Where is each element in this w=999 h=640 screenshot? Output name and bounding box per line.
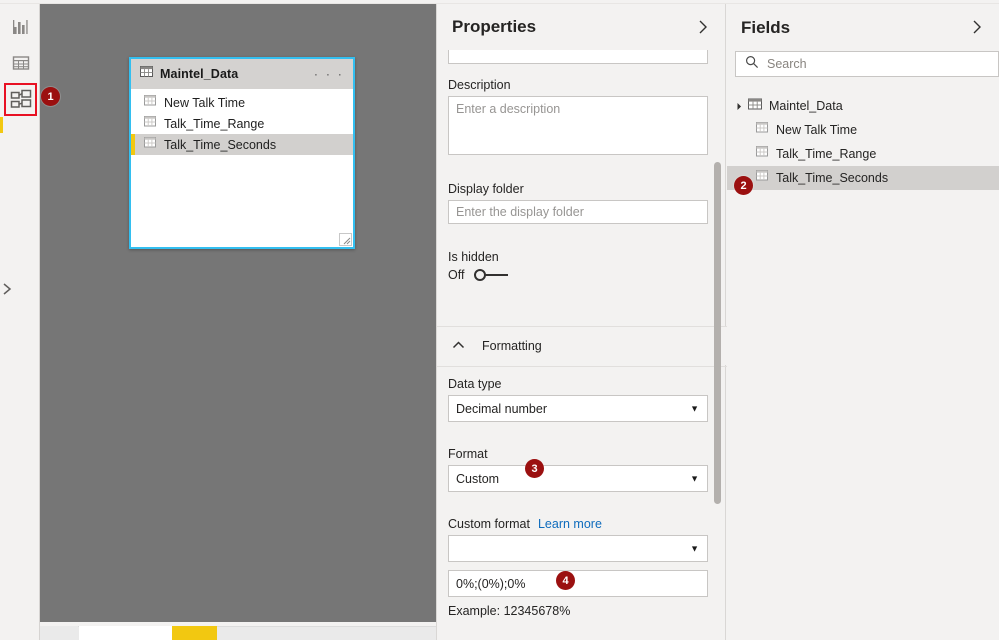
fields-pane-header: Fields — [727, 4, 999, 51]
bar-chart-icon — [11, 17, 31, 37]
formatting-section-label: Formatting — [482, 339, 542, 353]
learn-more-link[interactable]: Learn more — [538, 517, 602, 531]
chevron-down-icon: ▼ — [690, 473, 699, 483]
custom-format-example: Example: 12345678% — [448, 604, 571, 618]
section-divider-bottom — [437, 366, 727, 367]
table-icon — [140, 65, 153, 83]
toggle-knob — [474, 269, 487, 281]
search-input[interactable] — [767, 57, 998, 71]
is-hidden-toggle-switch[interactable] — [473, 268, 509, 282]
fields-tree-table-label: Maintel_Data — [769, 99, 843, 113]
chevron-down-icon: ▼ — [690, 403, 699, 413]
table-card-row-new-talk-time[interactable]: New Talk Time — [131, 92, 353, 113]
powerbi-model-view-window: Maintel_Data · · · New Talk Time Talk_Ti… — [0, 0, 999, 640]
properties-pane: Properties Description Display folder — [436, 4, 727, 640]
description-label: Description — [448, 78, 511, 92]
chevron-up-icon — [452, 337, 465, 355]
format-label: Format — [448, 447, 488, 461]
name-field-partial[interactable] — [448, 50, 708, 64]
is-hidden-state-label: Off — [448, 268, 465, 282]
table-card-header[interactable]: Maintel_Data · · · — [131, 59, 353, 89]
model-view-active-indicator — [0, 117, 3, 133]
fields-pane: Fields Search Maintel_Data New Talk Time… — [727, 4, 999, 640]
display-folder-label: Display folder — [448, 182, 524, 196]
view-switcher-rail — [0, 4, 40, 640]
description-input[interactable] — [448, 96, 708, 155]
data-type-field-group: Data type Decimal number ▼ — [448, 377, 708, 422]
model-diagram-canvas[interactable]: Maintel_Data · · · New Talk Time Talk_Ti… — [40, 4, 436, 622]
rail-button-data-view[interactable] — [4, 46, 37, 79]
properties-pane-header: Properties — [437, 4, 725, 50]
fields-tree-table-maintel-data[interactable]: Maintel_Data — [727, 94, 999, 118]
fields-tree-item-label: Talk_Time_Seconds — [776, 171, 889, 185]
column-icon — [756, 121, 769, 139]
column-icon — [144, 94, 157, 112]
format-value: Custom — [456, 471, 500, 486]
expand-triangle-icon[interactable] — [733, 102, 742, 110]
callout-badge-4: 4 — [556, 571, 575, 590]
format-dropdown[interactable]: Custom ▼ — [448, 465, 708, 492]
display-folder-input[interactable] — [448, 200, 708, 224]
display-folder-field-group: Display folder — [448, 182, 708, 224]
canvas-scrollbar-left-region — [40, 626, 78, 640]
table-card-row-label: Talk_Time_Seconds — [164, 137, 277, 152]
fields-tree-item-new-talk-time[interactable]: New Talk Time — [727, 118, 999, 142]
resize-grip-icon[interactable] — [339, 233, 352, 246]
row-selection-bar — [131, 134, 135, 155]
column-icon — [144, 115, 157, 133]
table-card-column-list: New Talk Time Talk_Time_Range Talk_Time_… — [131, 89, 353, 155]
canvas-scrollbar-thumb[interactable] — [172, 626, 217, 640]
is-hidden-label: Is hidden — [448, 250, 499, 264]
model-table-card-maintel-data[interactable]: Maintel_Data · · · New Talk Time Talk_Ti… — [129, 57, 355, 249]
column-icon — [756, 169, 769, 187]
table-icon — [748, 97, 762, 116]
properties-scrollbar-thumb[interactable] — [714, 162, 721, 504]
chevron-down-icon: ▼ — [690, 543, 699, 553]
table-card-title: Maintel_Data — [160, 67, 239, 81]
callout-badge-3: 3 — [525, 459, 544, 478]
column-icon — [144, 136, 157, 154]
is-hidden-toggle-row: Off — [448, 268, 509, 282]
model-relationship-icon — [10, 89, 32, 111]
table-grid-icon — [11, 53, 31, 73]
rail-button-report-view[interactable] — [4, 10, 37, 43]
table-card-row-talk-time-range[interactable]: Talk_Time_Range — [131, 113, 353, 134]
custom-format-dropdown[interactable]: ▼ — [448, 535, 708, 562]
fields-tree-item-talk-time-range[interactable]: Talk_Time_Range — [727, 142, 999, 166]
callout-badge-2: 2 — [734, 176, 753, 195]
canvas-scrollbar-page-region — [79, 626, 172, 640]
custom-format-field-group: Custom format Learn more ▼ Example: 1234… — [448, 517, 708, 618]
table-card-row-label: Talk_Time_Range — [164, 116, 265, 131]
properties-pane-title: Properties — [452, 17, 537, 36]
column-icon — [756, 145, 769, 163]
description-field-group: Description — [448, 78, 708, 160]
table-card-more-menu-icon[interactable]: · · · — [314, 68, 344, 81]
toggle-track — [482, 274, 509, 276]
chevron-right-icon[interactable] — [969, 18, 985, 36]
fields-tree-item-label: New Talk Time — [776, 123, 858, 137]
custom-format-input[interactable] — [448, 570, 708, 597]
fields-tree: Maintel_Data New Talk Time Talk_Time_Ran… — [727, 94, 999, 190]
data-type-dropdown[interactable]: Decimal number ▼ — [448, 395, 708, 422]
custom-format-label-row: Custom format Learn more — [448, 517, 708, 531]
fields-tree-item-label: Talk_Time_Range — [776, 147, 877, 161]
data-type-value: Decimal number — [456, 401, 548, 416]
expand-pane-chevron-icon[interactable] — [1, 282, 13, 296]
callout-badge-1: 1 — [41, 87, 60, 106]
table-card-row-label: New Talk Time — [164, 95, 246, 110]
custom-format-label: Custom format — [448, 517, 530, 531]
search-icon — [745, 55, 759, 74]
fields-search-box[interactable] — [735, 51, 999, 77]
chevron-right-icon[interactable] — [695, 18, 711, 36]
formatting-section-header[interactable]: Formatting — [437, 327, 727, 365]
rail-button-model-view[interactable] — [4, 83, 37, 116]
table-card-row-talk-time-seconds[interactable]: Talk_Time_Seconds — [131, 134, 353, 155]
is-hidden-field-group: Is hidden Off — [448, 250, 509, 282]
data-type-label: Data type — [448, 377, 502, 391]
fields-pane-title: Fields — [741, 17, 791, 37]
format-field-group: Format Custom ▼ — [448, 447, 708, 492]
fields-tree-item-talk-time-seconds[interactable]: Talk_Time_Seconds — [727, 166, 999, 190]
